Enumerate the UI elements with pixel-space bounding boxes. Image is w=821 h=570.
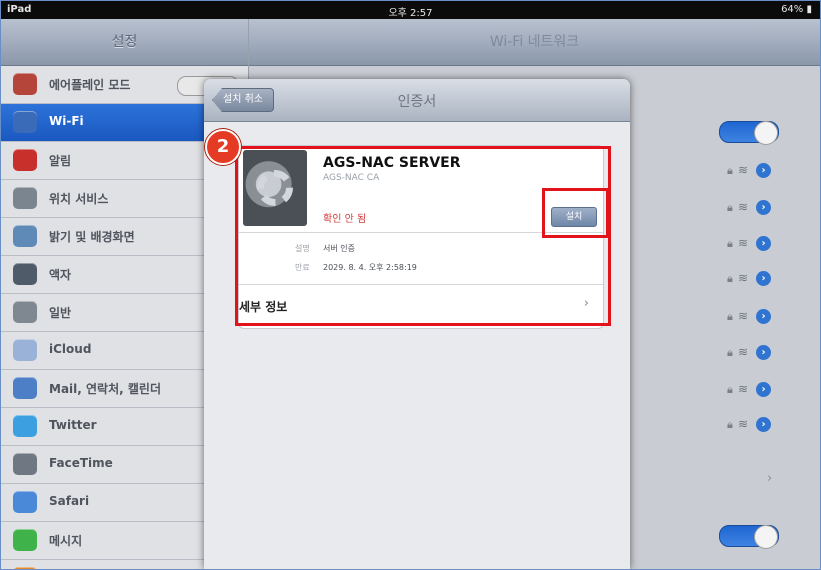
sidebar-title: 설정 — [1, 19, 248, 66]
wifi-network-row[interactable]: 🔒︎ ≋ › — [635, 161, 785, 181]
info-icon[interactable]: › — [756, 345, 771, 360]
general-icon — [13, 301, 37, 323]
wifi-signal-icon: ≋ — [738, 271, 749, 285]
toggle-knob — [754, 525, 778, 549]
safari-icon — [13, 491, 37, 513]
panel-title: Wi-Fi 네트워크 — [249, 19, 820, 66]
info-icon[interactable]: › — [756, 271, 771, 286]
lock-icon: 🔒︎ — [727, 237, 733, 250]
wifi-signal-icon: ≋ — [738, 417, 749, 431]
lock-icon: 🔒︎ — [727, 418, 733, 431]
highlight-install-box — [542, 188, 609, 238]
battery-icon: ▮ — [806, 4, 812, 15]
other-network-chevron-icon[interactable]: › — [767, 471, 772, 486]
toggle-knob — [754, 121, 778, 145]
brightness-icon — [13, 225, 37, 247]
wifi-signal-icon: ≋ — [738, 236, 749, 250]
wifi-icon — [13, 111, 37, 133]
battery-percent: 64% — [781, 4, 804, 15]
sidebar-item-label: 액자 — [49, 268, 72, 282]
lock-icon: 🔒︎ — [727, 201, 733, 214]
lock-icon: 🔒︎ — [727, 310, 733, 323]
airplane-icon — [13, 73, 37, 95]
info-icon[interactable]: › — [756, 163, 771, 178]
twitter-icon — [13, 415, 37, 437]
wifi-network-row[interactable]: 🔒︎ ≋ › — [635, 198, 785, 218]
sidebar-item-label: 위치 서비스 — [49, 192, 109, 206]
sidebar-item-label: Twitter — [49, 418, 97, 432]
wifi-toggle[interactable] — [719, 121, 779, 145]
lock-icon: 🔒︎ — [727, 272, 733, 285]
facetime-icon — [13, 453, 37, 475]
wifi-signal-icon: ≋ — [738, 200, 749, 214]
sidebar-item-label: Safari — [49, 494, 90, 508]
sidebar-item-label: Mail, 연락처, 캘린더 — [49, 382, 161, 396]
sidebar-item-label: 에어플레인 모드 — [49, 78, 131, 92]
status-bar: iPad 오후 2:57 64% ▮ — [1, 1, 820, 19]
ask-to-join-toggle[interactable] — [719, 525, 779, 549]
ipad-screen: iPad 오후 2:57 64% ▮ 설정 에어플레인 모드 Wi-Fi 알림위치 … — [0, 0, 821, 570]
wifi-network-row[interactable]: 🔒︎ ≋ › — [635, 234, 785, 254]
sidebar-item-label: 일반 — [49, 306, 72, 320]
messages-icon — [13, 529, 37, 551]
picture-frame-icon — [13, 263, 37, 285]
info-icon[interactable]: › — [756, 200, 771, 215]
wifi-signal-icon: ≋ — [738, 345, 749, 359]
lock-icon: 🔒︎ — [727, 383, 733, 396]
modal-title: 인증서 — [397, 94, 437, 110]
clock: 오후 2:57 — [388, 8, 433, 19]
lock-icon: 🔒︎ — [727, 346, 733, 359]
sidebar-item-label: Wi-Fi — [49, 114, 84, 128]
location-icon — [13, 187, 37, 209]
step-badge: 2 — [205, 129, 241, 165]
sidebar-item-label: 알림 — [49, 154, 72, 168]
wifi-signal-icon: ≋ — [738, 309, 749, 323]
info-icon[interactable]: › — [756, 417, 771, 432]
wifi-network-row[interactable]: 🔒︎ ≋ › — [635, 269, 785, 289]
info-icon[interactable]: › — [756, 236, 771, 251]
notifications-icon — [13, 149, 37, 171]
wifi-signal-icon: ≋ — [738, 163, 749, 177]
wifi-network-row[interactable]: 🔒︎ ≋ › — [635, 343, 785, 363]
lock-icon: 🔒︎ — [727, 164, 733, 177]
info-icon[interactable]: › — [756, 382, 771, 397]
mail-icon — [13, 377, 37, 399]
modal-header: 설치 취소 인증서 — [204, 79, 630, 122]
sidebar-item-label: 메시지 — [49, 534, 83, 548]
wifi-network-row[interactable]: 🔒︎ ≋ › — [635, 307, 785, 327]
wifi-network-row[interactable]: 🔒︎ ≋ › — [635, 380, 785, 400]
sidebar-item-label: 밝기 및 배경화면 — [49, 230, 135, 244]
wifi-network-row[interactable]: 🔒︎ ≋ › — [635, 415, 785, 435]
info-icon[interactable]: › — [756, 309, 771, 324]
sidebar-item-label: FaceTime — [49, 456, 113, 470]
battery-indicator: 64% ▮ — [781, 4, 812, 15]
sidebar-item-label: iCloud — [49, 342, 92, 356]
wifi-signal-icon: ≋ — [738, 382, 749, 396]
icloud-icon — [13, 339, 37, 361]
